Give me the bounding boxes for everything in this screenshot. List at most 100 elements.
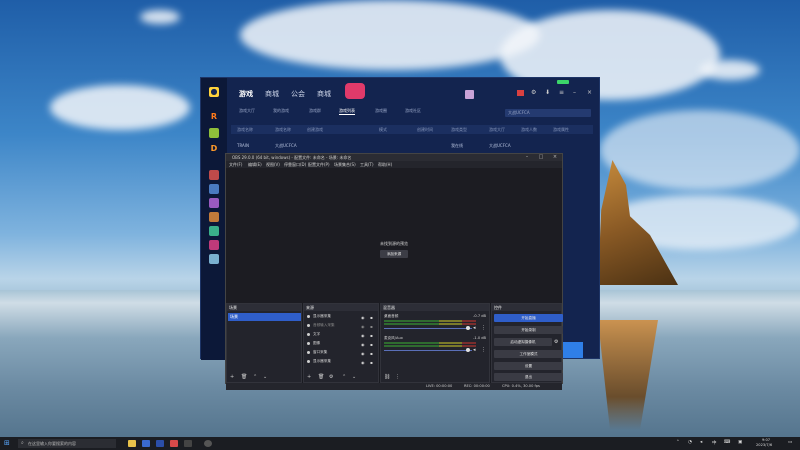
cloud (50, 85, 190, 130)
preview-area[interactable]: 未找到源的预览 添加来源 (226, 168, 562, 303)
network-icon[interactable]: ◔ (688, 440, 692, 445)
settings-button[interactable]: 设置 (494, 362, 563, 370)
download-icon[interactable]: ⬇ (545, 89, 550, 96)
source-item[interactable]: 文字 ◉ ▪ (306, 331, 376, 338)
eye-icon[interactable]: ◉ (361, 350, 365, 357)
chevron-down-icon[interactable]: ⌄ (352, 374, 356, 380)
source-item[interactable]: 窗口采集 ◉ ▪ (306, 349, 376, 356)
lock-icon[interactable]: ▪ (370, 341, 373, 348)
maximize-icon[interactable]: □ (536, 154, 546, 161)
game-icon[interactable] (209, 128, 219, 138)
exit-button[interactable]: 退出 (494, 373, 563, 381)
eye-icon[interactable]: ◉ (361, 323, 365, 330)
tab-circle[interactable]: 游戏圈 (375, 108, 387, 114)
taskbar: ⊞ 在这里输入你要搜索的内容 ⌕ ⌃ ◔ ◂ 中 ⌨ ▣ 9:07 2023/7… (0, 437, 800, 450)
trash-icon[interactable]: 🗑 (241, 374, 247, 380)
keyboard-icon[interactable]: ⌨ (724, 440, 731, 445)
game-icon[interactable] (209, 198, 219, 208)
app-icon[interactable] (170, 440, 178, 447)
settings-icon[interactable]: ⚙ (531, 89, 536, 96)
avatar[interactable] (465, 90, 474, 99)
lock-icon[interactable]: ▪ (370, 350, 373, 357)
volume-slider-handle[interactable] (466, 348, 470, 352)
chevron-up-icon[interactable]: ⌃ (253, 374, 257, 380)
taskbar-search[interactable]: 在这里输入你要搜索的内容 (18, 439, 116, 448)
chevron-up-icon[interactable]: ⌃ (676, 440, 680, 445)
tab-group[interactable]: 游戏群 (309, 108, 321, 114)
game-icon[interactable] (209, 240, 219, 250)
app-icon[interactable] (156, 440, 164, 447)
table-row[interactable]: TRAIN 大战UCFCA 我在线 大战UCFCA (231, 141, 593, 149)
clock-time[interactable]: 9:07 (762, 438, 770, 442)
studio-mode-button[interactable]: 工作室模式 (494, 350, 563, 358)
close-icon[interactable]: × (550, 154, 560, 161)
clock-date[interactable]: 2023/7/6 (756, 443, 772, 447)
source-item[interactable]: 图像 ◉ ▪ (306, 340, 376, 347)
start-recording-button[interactable]: 开始录制 (494, 326, 563, 334)
file-explorer-icon[interactable] (128, 440, 136, 447)
game-icon[interactable] (209, 226, 219, 236)
more-icon[interactable]: ⋮ (395, 374, 400, 380)
link-icon[interactable]: ⛓ (384, 374, 390, 380)
nav-mall[interactable]: 商城 (265, 89, 279, 99)
add-source-button[interactable]: 添加来源 (380, 250, 408, 258)
minimize-icon[interactable]: – (522, 154, 532, 161)
menu-icon[interactable]: ≡ (559, 89, 564, 96)
nav-shop[interactable]: 商城 (317, 89, 331, 99)
game-icon[interactable] (209, 254, 219, 264)
source-item[interactable]: 显示器采集 ◉ ▪ (306, 313, 376, 320)
lock-icon[interactable]: ▪ (370, 314, 373, 321)
volume-slider[interactable] (384, 328, 472, 329)
tab-my-games[interactable]: 我的游戏 (273, 108, 289, 114)
nav-games[interactable]: 游戏 (239, 89, 253, 99)
tab-community[interactable]: 游戏社区 (405, 108, 421, 114)
r-icon[interactable]: R (209, 112, 219, 122)
column-header: 游戏属性 (553, 127, 569, 132)
d-icon[interactable]: D (209, 144, 219, 154)
volume-icon[interactable]: ◂ (700, 440, 702, 445)
speaker-icon[interactable]: ◂ (473, 325, 476, 331)
more-icon[interactable]: ⋮ (481, 347, 486, 353)
eye-icon[interactable]: ◉ (361, 314, 365, 321)
app-icon[interactable] (142, 440, 150, 447)
search-input[interactable]: 大战UCFCA (505, 109, 591, 117)
game-action-button[interactable] (563, 342, 583, 358)
scene-item[interactable]: 场景 (228, 313, 301, 321)
promo-banner[interactable] (345, 83, 365, 99)
more-icon[interactable]: ⋮ (481, 325, 486, 331)
obs-icon[interactable] (204, 440, 212, 447)
eye-icon[interactable]: ◉ (361, 359, 365, 366)
app-icon[interactable] (184, 440, 192, 447)
eye-icon[interactable]: ◉ (361, 332, 365, 339)
eye-icon[interactable]: ◉ (361, 341, 365, 348)
add-icon[interactable]: + (230, 374, 234, 380)
tab-lobby[interactable]: 游戏大厅 (239, 108, 255, 114)
lock-icon[interactable]: ▪ (370, 332, 373, 339)
volume-slider-handle[interactable] (466, 326, 470, 330)
minimize-icon[interactable]: – (573, 89, 576, 96)
app-tray-icon[interactable]: ▣ (738, 440, 742, 445)
chevron-down-icon[interactable]: ⌄ (263, 374, 267, 380)
trash-icon[interactable]: 🗑 (318, 374, 324, 380)
volume-slider[interactable] (384, 350, 472, 351)
add-icon[interactable]: + (307, 374, 311, 380)
tab-list[interactable]: 游戏列表 (339, 108, 355, 115)
source-item[interactable]: 显示器采集 ◉ ▪ (306, 358, 376, 365)
close-icon[interactable]: × (587, 89, 592, 96)
gear-icon[interactable]: ⚙ (554, 339, 558, 345)
game-icon[interactable] (209, 170, 219, 180)
game-icon[interactable] (209, 184, 219, 194)
notification-icon[interactable]: ▭ (788, 440, 792, 445)
nav-guild[interactable]: 公会 (291, 89, 305, 99)
chevron-up-icon[interactable]: ⌃ (342, 374, 346, 380)
speaker-icon[interactable]: ◂ (473, 347, 476, 353)
virtual-camera-button[interactable]: 启动虚拟摄像机 (494, 338, 552, 346)
lock-icon[interactable]: ▪ (370, 359, 373, 366)
lock-icon[interactable]: ▪ (370, 323, 373, 330)
start-streaming-button[interactable]: 开始直播 (494, 314, 563, 322)
gear-icon[interactable]: ⚙ (329, 374, 333, 380)
source-item[interactable]: 音频输入采集 ◉ ▪ (306, 322, 376, 329)
game-icon[interactable] (209, 212, 219, 222)
windows-start-icon[interactable]: ⊞ (4, 439, 10, 447)
ime-icon[interactable]: 中 (712, 440, 717, 446)
